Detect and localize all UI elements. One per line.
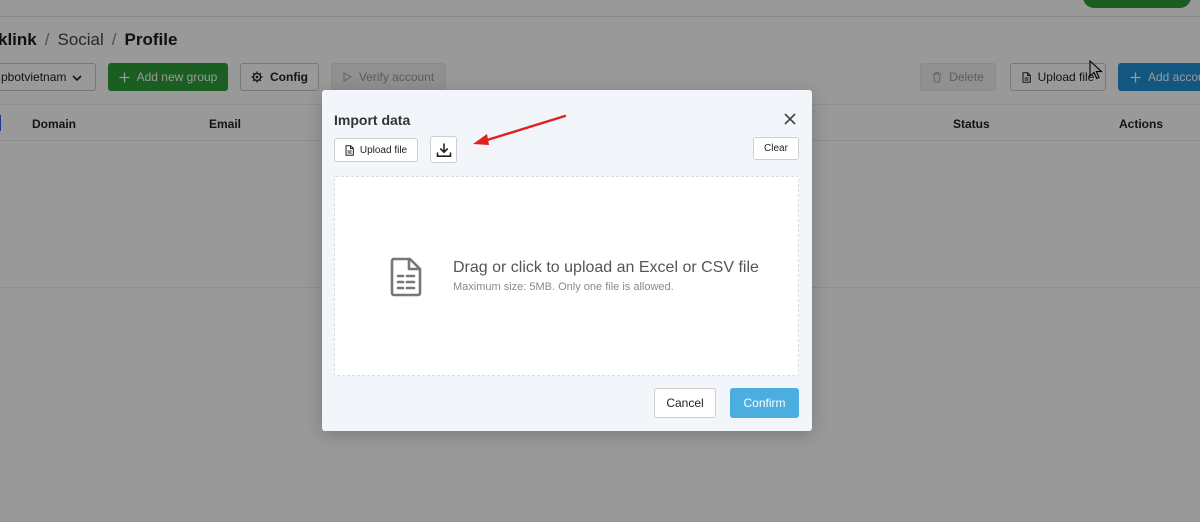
dropzone-hint: Maximum size: 5MB. Only one file is allo… — [453, 281, 674, 293]
cancel-button[interactable]: Cancel — [654, 388, 716, 418]
spreadsheet-file-icon — [390, 257, 422, 297]
file-icon — [345, 144, 354, 156]
annotation-arrow-icon — [473, 114, 567, 145]
download-template-button[interactable] — [430, 136, 457, 163]
download-icon — [436, 143, 451, 157]
clear-button[interactable]: Clear — [753, 137, 799, 160]
upload-file-label: Upload file — [359, 144, 408, 156]
upload-file-button[interactable]: Upload file — [334, 138, 418, 162]
close-icon[interactable] — [783, 112, 797, 126]
dropzone-instruction: Drag or click to upload an Excel or CSV … — [453, 259, 759, 276]
file-dropzone[interactable]: Drag or click to upload an Excel or CSV … — [334, 176, 799, 376]
dialog-title: Import data — [334, 112, 411, 128]
confirm-button[interactable]: Confirm — [730, 388, 799, 418]
